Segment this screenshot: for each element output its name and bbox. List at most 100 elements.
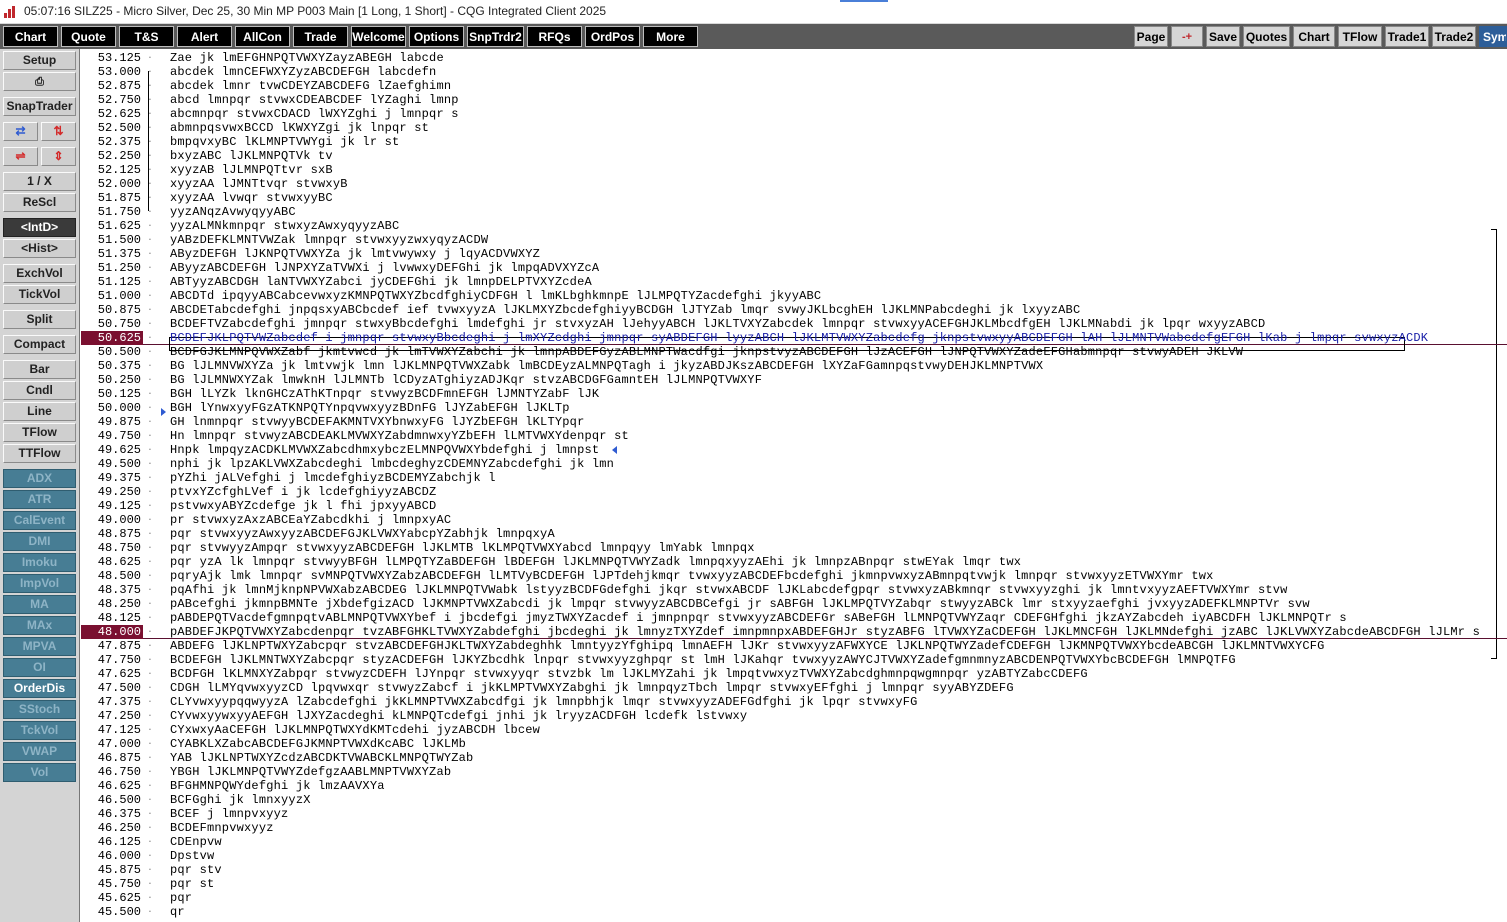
price-row[interactable]: 51.500 · yABzDEFKLMNTVWZak lmnpqr stvwxyyz… bbox=[81, 233, 1507, 247]
price-row[interactable]: 50.625 · BCDEFJKLPQTVWZabcdef i jmnpqr stv… bbox=[81, 331, 1507, 345]
toolbar-save-button[interactable]: Save bbox=[1206, 26, 1240, 47]
toolbar-quotes-button[interactable]: Quotes bbox=[1243, 26, 1290, 47]
intraday-button[interactable]: <IntD> bbox=[3, 218, 76, 237]
price-row[interactable]: 49.250 · ptvxYZcfghLVef i jk lcdefghiyyzAB… bbox=[81, 485, 1507, 499]
price-row[interactable]: 48.875 · pqr stvwxyyzAwxyyzABCDEFGJKLVWXYa… bbox=[81, 527, 1507, 541]
price-row[interactable]: 50.375 · BG lJLMNVWXYZa jk lmtvwjk lmn lJK… bbox=[81, 359, 1507, 373]
price-row[interactable]: 46.750 · YBGH lJKLMNPQTVWYZdefgzAABLMNPTVW… bbox=[81, 765, 1507, 779]
price-row[interactable]: 45.500 · qr bbox=[81, 905, 1507, 919]
toolbar-rfqs-button[interactable]: RFQs bbox=[527, 26, 582, 47]
print-button[interactable]: ⎙ bbox=[3, 72, 76, 91]
toolbar-sym-button[interactable]: Sym bbox=[1479, 26, 1507, 47]
study-mpva-button[interactable]: MPVA bbox=[3, 637, 76, 656]
study-vwap-button[interactable]: VWAP bbox=[3, 742, 76, 761]
price-row[interactable]: 52.625 · abcmnpqr stvwxCDACD lWXYZghi j lm… bbox=[81, 107, 1507, 121]
price-row[interactable]: 49.000 · pr stvwxyzAxzABCEaYZabcdkhi j lmn… bbox=[81, 513, 1507, 527]
price-row[interactable]: 51.750 · yyzANqzAvwyqyyABC bbox=[81, 205, 1507, 219]
price-row[interactable]: 53.000 · abcdek lmnCEFWXYZyzABCDEFGH labcd… bbox=[81, 65, 1507, 79]
toolbar-trade1-button[interactable]: Trade1 bbox=[1385, 26, 1429, 47]
price-row[interactable]: 51.875 · xyyzAA lvwqr stvwxyyBC bbox=[81, 191, 1507, 205]
price-row[interactable]: 47.375 · CLYvwxyypqqwyyzA lZabcdefghi jkKL… bbox=[81, 695, 1507, 709]
price-row[interactable]: 52.875 · abcdek lmnr tvwCDEYZABCDEFG lZaef… bbox=[81, 79, 1507, 93]
tflow-button[interactable]: TFlow bbox=[3, 423, 76, 442]
price-row[interactable]: 49.125 · pstvwxyABYZcdefge jk l fhi jpxyyA… bbox=[81, 499, 1507, 513]
study-vol-button[interactable]: Vol bbox=[3, 763, 76, 782]
collapse-vertical-button[interactable]: ⇕ bbox=[41, 147, 76, 166]
history-button[interactable]: <Hist> bbox=[3, 239, 76, 258]
study-impvol-button[interactable]: ImpVol bbox=[3, 574, 76, 593]
price-row[interactable]: 50.875 · ABCDETabcdefghi jnpqsxyABCbcdef i… bbox=[81, 303, 1507, 317]
study-calevent-button[interactable]: CalEvent bbox=[3, 511, 76, 530]
study-atr-button[interactable]: ATR bbox=[3, 490, 76, 509]
bar-button[interactable]: Bar bbox=[3, 360, 76, 379]
line-button[interactable]: Line bbox=[3, 402, 76, 421]
price-row[interactable]: 49.875 · GH lnmnpqr stvwyyBCDEFAKMNTVXYbnw… bbox=[81, 415, 1507, 429]
collapse-horizontal-button[interactable]: ⇌ bbox=[3, 147, 38, 166]
split-button[interactable]: Split bbox=[3, 310, 76, 329]
toolbar-allcon-button[interactable]: AllCon bbox=[235, 26, 290, 47]
swap-up-down-button[interactable]: ⇅ bbox=[41, 122, 76, 141]
price-row[interactable]: 49.625 · Hnpk lmpqyzACDKLMVWXZabcdhmxybczE… bbox=[81, 443, 1507, 457]
price-row[interactable]: 50.250 · BG lJLMNWXYZak lmwknH lJLMNTb lCD… bbox=[81, 373, 1507, 387]
toolbar-ordpos-button[interactable]: OrdPos bbox=[585, 26, 640, 47]
price-row[interactable]: 50.500 · BCDFGJKLMNPQVWXZabf jkmtvwcd jk l… bbox=[81, 345, 1507, 359]
toolbar-snptrdr2-button[interactable]: SnpTrdr2 bbox=[467, 26, 524, 47]
toolbar-quote-button[interactable]: Quote bbox=[61, 26, 116, 47]
price-row[interactable]: 51.125 · ABTyyzABCDGH laNTVWXYZabci jyCDEF… bbox=[81, 275, 1507, 289]
price-row[interactable]: 51.000 · ABCDTd ipqyyABCabcevwxyzKMNPQTWXY… bbox=[81, 289, 1507, 303]
price-row[interactable]: 45.625 · pqr bbox=[81, 891, 1507, 905]
price-row[interactable]: 48.750 · pqr stvwyyzAmpqr stvwxyyzABCDEFGH… bbox=[81, 541, 1507, 555]
price-row[interactable]: 47.250 · CYvwxyywxyyAEFGH lJXYZacdeghi kLM… bbox=[81, 709, 1507, 723]
price-row[interactable]: 51.625 · yyzALMNkmnpqr stwxyzAwxyqyyzABC bbox=[81, 219, 1507, 233]
study-max-button[interactable]: MAx bbox=[3, 616, 76, 635]
price-row[interactable]: 48.375 · pqAfhi jk lmnMjknpNPVWXabzABCDEG … bbox=[81, 583, 1507, 597]
toolbar-welcome-button[interactable]: Welcome bbox=[351, 26, 406, 47]
price-row[interactable]: 49.750 · Hn lmnpqr stvwyzABCDEAKLMVWXYZabd… bbox=[81, 429, 1507, 443]
price-row[interactable]: 51.375 · AByzDEFGH lJKNPQTVWXYZa jk lmtvwy… bbox=[81, 247, 1507, 261]
exchvol-button[interactable]: ExchVol bbox=[3, 264, 76, 283]
swap-left-right-button[interactable]: ⇄ bbox=[3, 122, 38, 141]
price-row[interactable]: 49.500 · nphi jk lpzAKLVWXZabcdeghi lmbcde… bbox=[81, 457, 1507, 471]
price-row[interactable]: 49.375 · pYZhi jALVefghi j lmcdefghiyzBCDE… bbox=[81, 471, 1507, 485]
study-tckvol-button[interactable]: TckVol bbox=[3, 721, 76, 740]
tickvol-button[interactable]: TickVol bbox=[3, 285, 76, 304]
study-dmi-button[interactable]: DMI bbox=[3, 532, 76, 551]
price-row[interactable]: 45.875 · pqr stv bbox=[81, 863, 1507, 877]
study-ma-button[interactable]: MA bbox=[3, 595, 76, 614]
one-over-x-button[interactable]: 1 / X bbox=[3, 172, 76, 191]
price-row[interactable]: 50.750 · BCDEFTVZabcdefghi jmnpqr stwxyBbc… bbox=[81, 317, 1507, 331]
price-row[interactable]: 48.500 · pqryAjk lmk lmnpqr svMNPQTVWXYZab… bbox=[81, 569, 1507, 583]
snaptrader-button[interactable]: SnapTrader bbox=[3, 97, 76, 116]
price-row[interactable]: 46.875 · YAB lJKLNPTWXYZcdzABCDKTVWABCKLMN… bbox=[81, 751, 1507, 765]
toolbar-more-button[interactable]: More bbox=[643, 26, 698, 47]
toolbar-plus-minus-button[interactable]: -+ bbox=[1171, 26, 1203, 47]
study-sstoch-button[interactable]: SStoch bbox=[3, 700, 76, 719]
toolbar-ts-button[interactable]: T&S bbox=[119, 26, 174, 47]
price-row[interactable]: 53.125 · Zae jk lmEFGHNPQTVWXYZayzABEGH la… bbox=[81, 51, 1507, 65]
price-row[interactable]: 52.000 · xyyzAA lJMNTtvqr stvwxyB bbox=[81, 177, 1507, 191]
price-row[interactable]: 46.000 · Dpstvw bbox=[81, 849, 1507, 863]
price-row[interactable]: 52.750 · abcd lmnpqr stvwxCDEABCDEF lYZagh… bbox=[81, 93, 1507, 107]
price-row[interactable]: 51.250 · AByyzABCDEFGH lJNPXYZaTVWXi j lvw… bbox=[81, 261, 1507, 275]
price-row[interactable]: 46.375 · BCEF j lmnpvxyyz bbox=[81, 807, 1507, 821]
toolbar-chart-button[interactable]: Chart bbox=[3, 26, 58, 47]
price-row[interactable]: 47.000 · CYABKLXZabcABCDEFGJKMNPTVWXdKcABC… bbox=[81, 737, 1507, 751]
toolbar-alert-button[interactable]: Alert bbox=[177, 26, 232, 47]
setup-button[interactable]: Setup bbox=[3, 51, 76, 70]
price-row[interactable]: 50.000 · BGH lYnwxyyFGzATKNPQTYnpqvwxyyzBD… bbox=[81, 401, 1507, 415]
study-oi-button[interactable]: OI bbox=[3, 658, 76, 677]
toolbar-trade2-button[interactable]: Trade2 bbox=[1432, 26, 1476, 47]
price-row[interactable]: 52.250 · bxyzABC lJKLMNPQTVk tv bbox=[81, 149, 1507, 163]
study-orderdis-button[interactable]: OrderDis bbox=[3, 679, 76, 698]
price-row[interactable]: 47.875 · ABDEFG lJKLNPTWXYZabcpqr stvzABCD… bbox=[81, 639, 1507, 653]
price-row[interactable]: 50.125 · BGH lLYZk lknGHCzAThKTnpqr stvwyz… bbox=[81, 387, 1507, 401]
price-row[interactable]: 46.625 · BFGHMNPQWYdefghi jk lmzAAVXYa bbox=[81, 779, 1507, 793]
compact-button[interactable]: Compact bbox=[3, 335, 76, 354]
toolbar-chart-right-button[interactable]: Chart bbox=[1293, 26, 1335, 47]
toolbar-page-button[interactable]: Page bbox=[1134, 26, 1168, 47]
price-row[interactable]: 48.625 · pqr yzA lk lmnpqr stvwyyBFGH lLMP… bbox=[81, 555, 1507, 569]
price-row[interactable]: 52.375 · bmpqvxyBC lKLMNPTVWYgi jk lr st bbox=[81, 135, 1507, 149]
toolbar-tflow-button[interactable]: TFlow bbox=[1338, 26, 1382, 47]
price-row[interactable]: 47.625 · BCDFGH lKLMNXYZabpqr stvwyzCDEFH … bbox=[81, 667, 1507, 681]
study-imoku-button[interactable]: Imoku bbox=[3, 553, 76, 572]
